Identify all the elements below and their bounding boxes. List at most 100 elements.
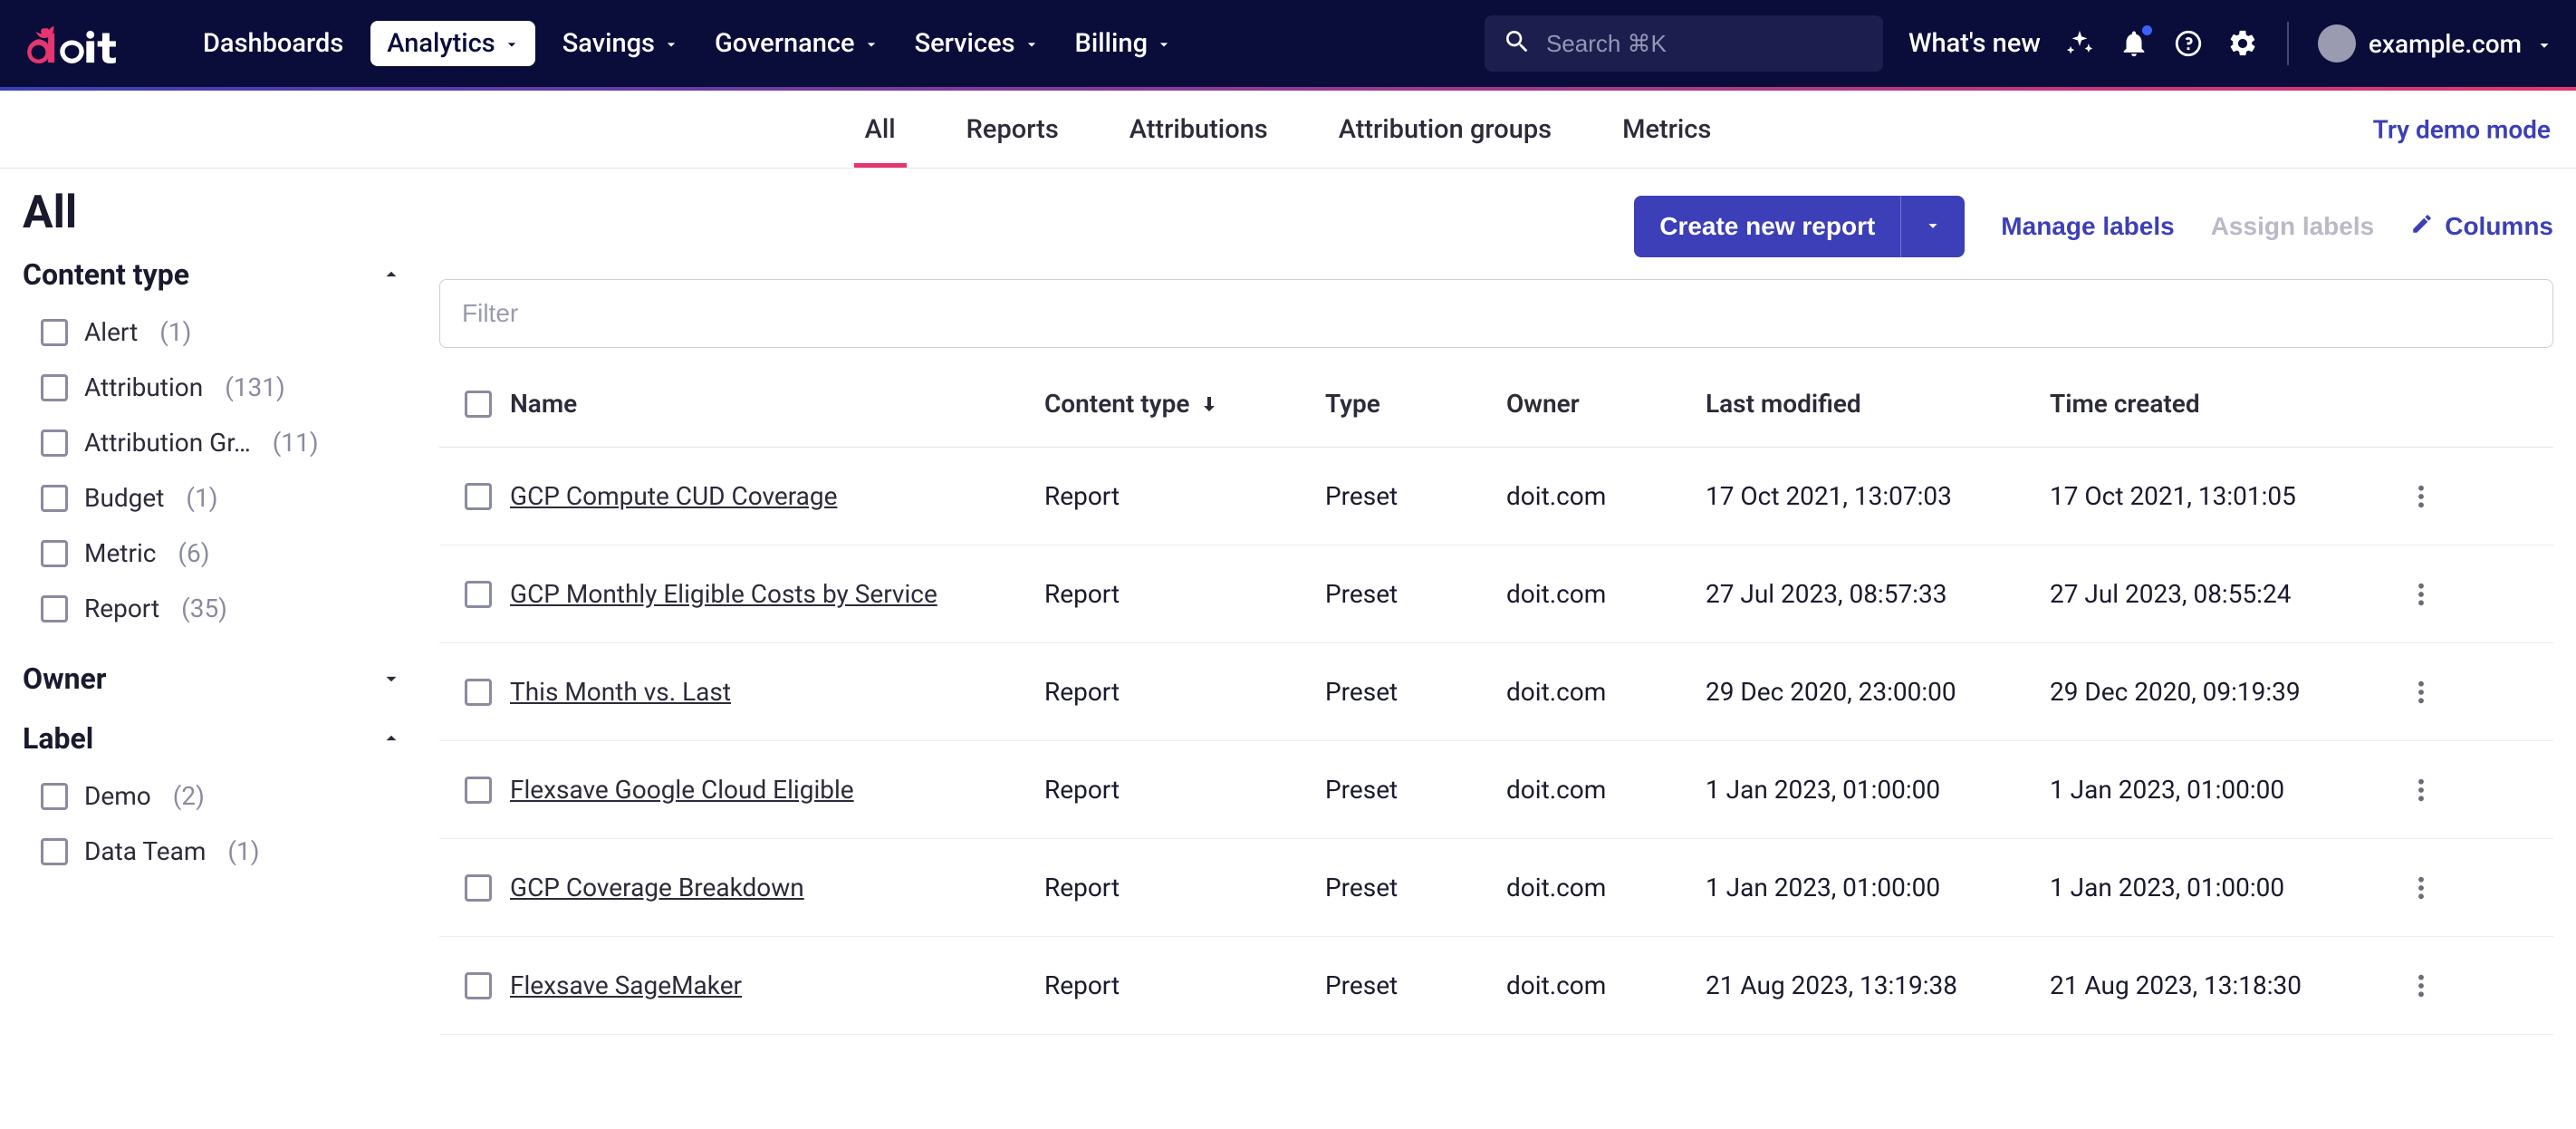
table-row: GCP Monthly Eligible Costs by ServiceRep…	[439, 545, 2553, 643]
columns-label: Columns	[2445, 212, 2553, 241]
search-input[interactable]	[1546, 30, 1865, 58]
demo-mode-link[interactable]: Try demo mode	[2373, 114, 2551, 144]
manage-labels-button[interactable]: Manage labels	[2001, 212, 2174, 241]
tab-reports[interactable]: Reports	[956, 92, 1070, 167]
create-report-button[interactable]: Create new report	[1634, 196, 1900, 257]
row-name-link[interactable]: This Month vs. Last	[510, 677, 731, 707]
filter-input[interactable]	[462, 299, 2531, 328]
row-checkbox[interactable]	[465, 777, 492, 804]
nav-services[interactable]: Services	[906, 21, 1048, 66]
nav-items: Dashboards Analytics Savings Governance …	[194, 21, 1180, 66]
help-icon[interactable]	[2173, 28, 2204, 59]
facet-item[interactable]: Attribution(131)	[23, 360, 403, 415]
col-name[interactable]: Name	[510, 389, 1044, 419]
columns-button[interactable]: Columns	[2410, 212, 2553, 242]
col-type[interactable]: Type	[1325, 389, 1506, 419]
chevron-down-icon	[2534, 35, 2551, 52]
create-report-dropdown[interactable]	[1900, 196, 1965, 257]
row-name-link[interactable]: Flexsave SageMaker	[510, 970, 742, 1000]
col-time-created[interactable]: Time created	[2050, 389, 2394, 419]
facet-header[interactable]: Content type	[23, 257, 403, 292]
facet-item-count: (1)	[186, 483, 217, 513]
row-checkbox[interactable]	[465, 874, 492, 902]
filter-bar[interactable]	[439, 279, 2553, 348]
row-checkbox[interactable]	[465, 972, 492, 999]
top-nav: Dashboards Analytics Savings Governance …	[0, 0, 2576, 91]
col-content-type[interactable]: Content type	[1044, 389, 1325, 419]
checkbox[interactable]	[41, 838, 68, 865]
row-content-type: Report	[1044, 970, 1325, 1000]
row-more-button[interactable]	[2394, 875, 2448, 901]
create-split-button: Create new report	[1634, 196, 1965, 257]
row-last-modified: 1 Jan 2023, 01:00:00	[1706, 873, 2050, 902]
checkbox[interactable]	[41, 485, 68, 512]
nav-analytics[interactable]: Analytics	[370, 21, 534, 66]
row-owner: doit.com	[1506, 579, 1706, 609]
facet-item[interactable]: Data Team(1)	[23, 824, 403, 879]
page-title: All	[23, 187, 403, 239]
facet-item-count: (1)	[227, 836, 259, 866]
row-checkbox[interactable]	[465, 483, 492, 510]
row-name-link[interactable]: GCP Monthly Eligible Costs by Service	[510, 579, 937, 609]
row-more-button[interactable]	[2394, 777, 2448, 803]
checkbox[interactable]	[41, 429, 68, 457]
checkbox[interactable]	[41, 595, 68, 622]
facet-owner: Owner	[23, 661, 403, 696]
row-more-button[interactable]	[2394, 484, 2448, 509]
row-more-button[interactable]	[2394, 973, 2448, 999]
account-menu[interactable]: example.com	[2318, 24, 2551, 63]
checkbox[interactable]	[41, 540, 68, 567]
col-owner[interactable]: Owner	[1506, 389, 1706, 419]
checkbox[interactable]	[41, 319, 68, 346]
tab-attribution-groups[interactable]: Attribution groups	[1328, 92, 1562, 167]
content: Create new report Manage labels Assign l…	[439, 187, 2553, 1035]
row-checkbox[interactable]	[465, 679, 492, 706]
facet-item-count: (11)	[273, 428, 319, 458]
divider	[2287, 22, 2289, 65]
table-row: GCP Coverage BreakdownReportPresetdoit.c…	[439, 839, 2553, 937]
facet-item-label: Budget	[84, 483, 164, 513]
facet-header[interactable]: Label	[23, 721, 403, 756]
row-content-type: Report	[1044, 775, 1325, 805]
row-more-button[interactable]	[2394, 680, 2448, 705]
facet-item[interactable]: Report(35)	[23, 581, 403, 636]
nav-governance[interactable]: Governance	[706, 21, 888, 66]
facet-item[interactable]: Budget (1)	[23, 470, 403, 526]
facet-item[interactable]: Attribution Gr…(11)	[23, 415, 403, 470]
chevron-down-icon	[1155, 35, 1171, 52]
tab-all[interactable]: All	[854, 92, 907, 167]
notification-dot	[2142, 25, 2152, 35]
facet-item[interactable]: Alert(1)	[23, 304, 403, 360]
nav-billing[interactable]: Billing	[1066, 21, 1180, 66]
row-type: Preset	[1325, 677, 1506, 707]
facet-header[interactable]: Owner	[23, 661, 403, 696]
tab-attributions[interactable]: Attributions	[1119, 92, 1279, 167]
row-name-link[interactable]: GCP Compute CUD Coverage	[510, 481, 837, 511]
facet-item[interactable]: Demo(2)	[23, 768, 403, 824]
facet-item-label: Alert	[84, 317, 138, 347]
facet-item-label: Attribution	[84, 372, 203, 402]
search-box[interactable]	[1485, 15, 1883, 72]
select-all-checkbox[interactable]	[465, 391, 492, 418]
bell-icon[interactable]	[2119, 28, 2149, 59]
facet-item-label: Demo	[84, 781, 151, 811]
row-more-button[interactable]	[2394, 582, 2448, 607]
sort-desc-icon	[1198, 393, 1220, 415]
whats-new-link[interactable]: What's new	[1908, 28, 2041, 59]
sparkle-icon[interactable]	[2064, 28, 2095, 59]
checkbox[interactable]	[41, 374, 68, 401]
nav-savings[interactable]: Savings	[553, 21, 687, 66]
nav-dashboards[interactable]: Dashboards	[194, 21, 352, 66]
row-name-link[interactable]: Flexsave Google Cloud Eligible	[510, 775, 854, 805]
row-name-link[interactable]: GCP Coverage Breakdown	[510, 873, 804, 902]
logo[interactable]	[25, 21, 165, 66]
col-last-modified[interactable]: Last modified	[1706, 389, 2050, 419]
row-checkbox[interactable]	[465, 581, 492, 608]
checkbox[interactable]	[41, 783, 68, 810]
chevron-down-icon	[1023, 35, 1039, 52]
row-type: Preset	[1325, 873, 1506, 902]
facet-item[interactable]: Metric(6)	[23, 526, 403, 581]
row-time-created: 1 Jan 2023, 01:00:00	[2050, 873, 2394, 902]
tab-metrics[interactable]: Metrics	[1611, 92, 1722, 167]
gear-icon[interactable]	[2227, 28, 2258, 59]
